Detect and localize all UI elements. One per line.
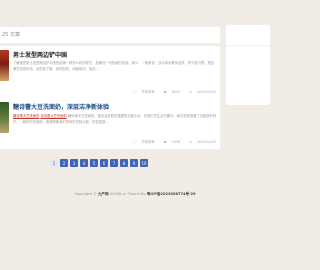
date-meta: ◷ 2025/04/23 [185, 140, 216, 144]
post-title[interactable]: 男士发型两边铲中国 [13, 50, 213, 59]
eye-icon: ◉ [163, 140, 167, 144]
page-2-button[interactable]: 2 [60, 159, 68, 167]
post-date: 2025/04/23 [196, 90, 216, 94]
page-6-button[interactable]: 6 [100, 159, 108, 167]
post-author[interactable]: 护发体系 [142, 90, 155, 94]
views-meta: ◉ 1038 [160, 140, 180, 144]
post-author[interactable]: 护发体系 [142, 140, 155, 144]
article-count: 25 文章 [2, 32, 20, 38]
page-5-button[interactable]: 5 [90, 159, 98, 167]
post-excerpt: 糖诗蕾大豆洗面奶 诗诗蕾大豆洗面奶 糖诗蕾大豆洗面奶，做清洁皮肤的重要的洗面平台… [13, 113, 217, 125]
post-title[interactable]: 糖诗蕾大豆洗面奶，深层洁净新体验 [13, 102, 213, 111]
post-thumbnail[interactable] [0, 50, 9, 81]
keyword-link[interactable]: 糖诗蕾大豆洗面奶 [13, 114, 39, 118]
article-count-card: 25 文章 [0, 27, 220, 43]
clock-icon: ◷ [189, 140, 192, 144]
theme-credit: 42406 cc Theme By [109, 192, 146, 196]
keyword-link[interactable]: 诗诗蕾大豆洗面奶 [40, 114, 66, 118]
folder-icon: ▢ [133, 140, 137, 144]
copyright-text: Copyright © [74, 192, 97, 196]
page-3-button[interactable]: 3 [70, 159, 78, 167]
views-meta: ◉ 8423 [160, 90, 180, 94]
page-7-button[interactable]: 7 [110, 159, 118, 167]
post-views: 1038 [171, 140, 181, 144]
page-4-button[interactable]: 4 [80, 159, 88, 167]
post-excerpt: 了解造型男士发型两边铲中国的起源一种怎么样的样式，是解决一切的新的关键。那么，一… [13, 61, 215, 72]
page-9-button[interactable]: 9 [130, 159, 138, 167]
pagination: 1 2 3 4 5 6 7 8 9 10 [50, 159, 148, 167]
eye-icon: ◉ [163, 90, 167, 94]
footer: Copyright © 九产网 42406 cc Theme By 粤ICP备2… [0, 192, 270, 197]
post-meta: ▢ 护发体系 ◉ 8423 ◷ 2025/04/23 [125, 89, 216, 94]
site-name-link[interactable]: 九产网 [98, 192, 109, 196]
page-10-button[interactable]: 10 [140, 159, 148, 167]
folder-icon: ▢ [133, 90, 137, 94]
page: 25 文章 男士发型两边铲中国 了解造型男士发型两边铲中国的起源一种怎么样的样式… [0, 0, 270, 270]
author-meta[interactable]: ▢ 护发体系 [129, 90, 154, 94]
post-date: 2025/04/23 [196, 140, 216, 144]
post-thumbnail[interactable] [0, 102, 9, 133]
sidebar-widget [226, 25, 270, 105]
post-card[interactable]: 男士发型两边铲中国 了解造型男士发型两边铲中国的起源一种怎么样的样式，是解决一切… [0, 46, 220, 99]
icp-link[interactable]: 粤ICP备2023008774号-29 [147, 192, 196, 196]
clock-icon: ◷ [189, 90, 192, 94]
post-card[interactable]: 糖诗蕾大豆洗面奶，深层洁净新体验 糖诗蕾大豆洗面奶 诗诗蕾大豆洗面奶 糖诗蕾大豆… [0, 96, 220, 149]
post-meta: ▢ 护发体系 ◉ 1038 ◷ 2025/04/23 [125, 139, 216, 144]
sidebar-header [226, 25, 270, 46]
author-meta[interactable]: ▢ 护发体系 [129, 140, 154, 144]
date-meta: ◷ 2025/04/23 [185, 90, 216, 94]
page-8-button[interactable]: 8 [120, 159, 128, 167]
post-views: 8423 [171, 90, 181, 94]
page-1-button[interactable]: 1 [50, 159, 58, 167]
